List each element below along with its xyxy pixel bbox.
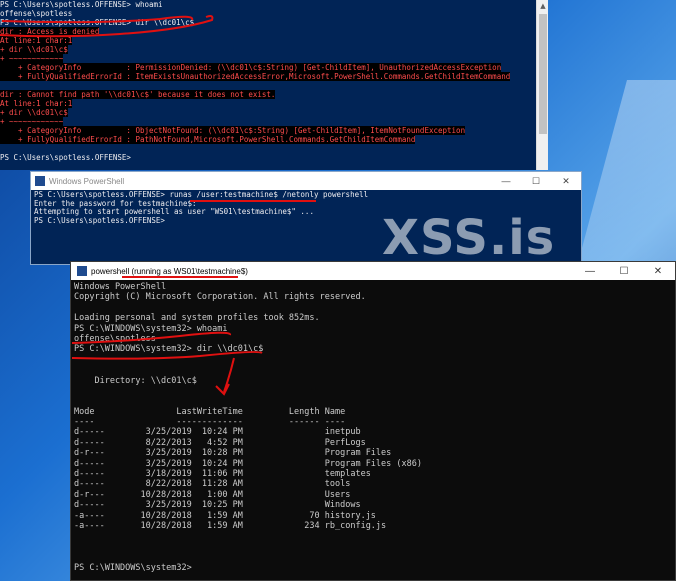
console-line: PS C:\Users\spotless.OFFENSE> (0, 153, 548, 162)
console-line: Loading personal and system profiles too… (74, 313, 320, 324)
watermark: XSS.is (382, 210, 556, 266)
console-line: dir : Cannot find path '\\dc01\c$' becau… (0, 90, 548, 99)
console-line: + ~~~~~~~~~~~~ (0, 117, 548, 126)
error-text: + CategoryInfo : PermissionDenied: (\\dc… (0, 63, 502, 72)
console-line: offense\spotless (0, 9, 548, 18)
console-line: offense\spotless (74, 333, 156, 344)
console-text: PS C:\Users\spotless.OFFENSE> (0, 153, 131, 162)
console-line: + dir \\dc01\c$ (0, 108, 548, 117)
console-text: offense\spotless (0, 9, 73, 18)
console-line: d----- 8/22/2013 4:52 PM PerfLogs (74, 437, 366, 448)
console-line: d-r--- 3/25/2019 10:28 PM Program Files (74, 448, 392, 459)
minimize-button[interactable]: — (573, 266, 607, 277)
console-text: PS C:\Users\spotless.OFFENSE> whoami (0, 0, 163, 9)
console-output: PS C:\Users\spotless.OFFENSE> whoami offe… (0, 0, 548, 162)
console-line: Windows PowerShell (74, 282, 167, 292)
console-line: -a---- 10/28/2018 1:59 AM 234 rb_config.… (74, 520, 387, 531)
console-line: + CategoryInfo : PermissionDenied: (\\dc… (0, 63, 548, 72)
console-line: Directory: \\dc01\c$ (74, 375, 197, 386)
scroll-up-icon[interactable]: ▲ (537, 0, 548, 12)
console-line: PS C:\WINDOWS\system32> (74, 562, 192, 573)
console-line: + dir \\dc01\c$ (0, 45, 548, 54)
error-text: dir : Cannot find path '\\dc01\c$' becau… (0, 90, 276, 99)
scrollbar-thumb[interactable] (539, 14, 547, 134)
console-line: ---- ------------- ------ ---- (74, 417, 346, 428)
console-line: + FullyQualifiedErrorId : PathNotFound,M… (0, 135, 548, 144)
maximize-button[interactable]: ☐ (521, 176, 551, 187)
console-text: PS C:\Users\spotless.OFFENSE> dir \\dc01… (0, 18, 195, 27)
close-button[interactable]: ✕ (551, 176, 581, 187)
window-title: powershell (running as WS01\testmachine$… (91, 266, 248, 276)
powershell-icon (77, 266, 87, 276)
error-text: + dir \\dc01\c$ (0, 108, 68, 117)
error-text: At line:1 char:1 (0, 36, 73, 45)
console-line: + FullyQualifiedErrorId : ItemExistsUnau… (0, 72, 548, 81)
console-line: Copyright (C) Microsoft Corporation. All… (74, 292, 366, 303)
console-line: -a---- 10/28/2018 1:59 AM 70 history.js (74, 510, 376, 521)
powershell-window-3[interactable]: powershell (running as WS01\testmachine$… (70, 261, 676, 581)
console-line: Mode LastWriteTime Length Name (74, 406, 346, 417)
console-line: + ~~~~~~~~~~~~ (0, 54, 548, 63)
console-line: PS C:\Users\spotless.OFFENSE> dir \\dc01… (0, 18, 548, 27)
title-bar[interactable]: powershell (running as WS01\testmachine$… (71, 262, 675, 280)
powershell-icon (35, 176, 45, 186)
window-title: Windows PowerShell (49, 176, 125, 186)
console-line: d----- 8/22/2018 11:28 AM tools (74, 479, 351, 490)
error-text: dir : Access is denied (0, 27, 100, 36)
title-bar[interactable]: Windows PowerShell — ☐ ✕ (31, 172, 581, 190)
maximize-button[interactable]: ☐ (607, 266, 641, 277)
console-line: d----- 3/25/2019 10:24 PM Program Files … (74, 458, 422, 469)
close-button[interactable]: ✕ (641, 266, 675, 277)
error-text: + FullyQualifiedErrorId : PathNotFound,M… (0, 135, 416, 144)
console-line: d----- 3/25/2019 10:25 PM Windows (74, 500, 361, 511)
console-line: d----- 3/25/2019 10:24 PM inetpub (74, 427, 361, 438)
console-line: + CategoryInfo : ObjectNotFound: (\\dc01… (0, 126, 548, 135)
console-line: d----- 3/18/2019 11:06 PM templates (74, 469, 371, 480)
console-line: PS C:\Users\spotless.OFFENSE> whoami (0, 0, 548, 9)
scrollbar[interactable]: ▲ (536, 0, 548, 170)
console-output[interactable]: Windows PowerShell Copyright (C) Microsof… (71, 280, 675, 575)
console-line: PS C:\WINDOWS\system32> whoami (74, 323, 228, 334)
console-line: d-r--- 10/28/2018 1:00 AM Users (74, 489, 351, 500)
error-text: + FullyQualifiedErrorId : ItemExistsUnau… (0, 72, 511, 81)
console-line: PS C:\WINDOWS\system32> dir \\dc01\c$ (74, 344, 264, 355)
error-text: + CategoryInfo : ObjectNotFound: (\\dc01… (0, 126, 466, 135)
error-text: + ~~~~~~~~~~~~ (0, 117, 64, 126)
error-text: At line:1 char:1 (0, 99, 73, 108)
console-line: At line:1 char:1 (0, 36, 548, 45)
powershell-window-1[interactable]: PS C:\Users\spotless.OFFENSE> whoami offe… (0, 0, 548, 170)
error-text: + ~~~~~~~~~~~~ (0, 54, 64, 63)
console-line: dir : Access is denied (0, 27, 548, 36)
console-line: At line:1 char:1 (0, 99, 548, 108)
error-text: + dir \\dc01\c$ (0, 45, 68, 54)
minimize-button[interactable]: — (491, 176, 521, 186)
